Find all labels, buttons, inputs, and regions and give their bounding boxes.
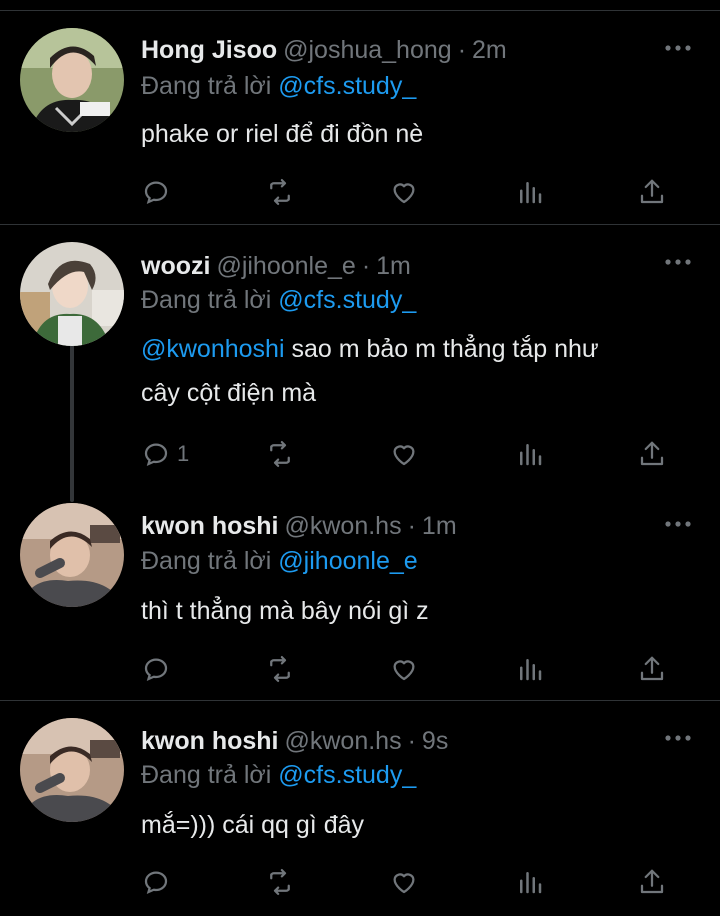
tweet-text-content: phake or riel để đi đồn nè xyxy=(141,120,424,148)
user-handle[interactable]: @joshua_hong xyxy=(283,36,452,64)
reply-prefix: Đang trả lời xyxy=(141,761,272,789)
avatar[interactable] xyxy=(20,242,124,346)
share-icon xyxy=(640,179,664,204)
display-name[interactable]: kwon hoshi xyxy=(141,512,279,540)
reply-icon xyxy=(144,181,168,204)
reply-count: 1 xyxy=(177,441,190,466)
share-icon xyxy=(640,656,664,681)
tweet-mention[interactable]: @kwonhoshi xyxy=(141,335,285,363)
like-icon xyxy=(393,660,415,681)
timestamp[interactable]: 1m xyxy=(376,252,411,280)
tweet-text: mắ=))) cái qq gì đây xyxy=(141,803,701,847)
tweet-text-content: thì t thẳng mà bây nói gì z xyxy=(141,597,429,625)
retweet-icon xyxy=(270,656,290,682)
tweet-header: Hong Jisoo @joshua_hong · 2m xyxy=(141,35,507,65)
views-icon xyxy=(520,659,542,681)
user-handle[interactable]: @kwon.hs xyxy=(285,512,402,540)
display-name[interactable]: kwon hoshi xyxy=(141,727,279,755)
tweet-4[interactable]: kwon hoshi @kwon.hs · 9s Đang trả lời @cfs.… xyxy=(0,701,720,916)
reply-to-mention[interactable]: @cfs.study_ xyxy=(278,761,416,789)
tweet-text-line-2: cây cột điện mà xyxy=(141,379,317,407)
views-button[interactable] xyxy=(515,175,545,209)
retweet-button[interactable] xyxy=(265,865,295,899)
reply-to-mention[interactable]: @cfs.study_ xyxy=(278,72,416,100)
reply-button[interactable] xyxy=(141,652,171,686)
avatar[interactable] xyxy=(20,718,124,822)
views-button[interactable] xyxy=(515,437,545,471)
replying-to: Đang trả lời @cfs.study_ xyxy=(141,71,416,101)
share-button[interactable] xyxy=(637,865,667,899)
reply-to-mention[interactable]: @cfs.study_ xyxy=(278,286,416,314)
timestamp[interactable]: 1m xyxy=(422,512,457,540)
like-button[interactable] xyxy=(389,437,419,471)
avatar[interactable] xyxy=(20,503,124,607)
replying-to: Đang trả lời @jihoonle_e xyxy=(141,546,418,576)
dot-separator: · xyxy=(457,36,467,64)
more-options-icon[interactable] xyxy=(662,728,694,748)
views-icon xyxy=(520,444,542,466)
more-options-icon[interactable] xyxy=(662,38,694,58)
retweet-icon xyxy=(270,441,290,467)
like-icon xyxy=(393,873,415,894)
dot-separator: · xyxy=(407,512,416,540)
display-name[interactable]: Hong Jisoo xyxy=(141,36,277,64)
like-icon xyxy=(393,445,415,466)
reply-icon xyxy=(144,871,168,894)
tweet-text: thì t thẳng mà bây nói gì z xyxy=(141,589,701,633)
share-icon xyxy=(640,441,664,466)
tweet-header: woozi @jihoonle_e · 1m xyxy=(141,251,411,281)
replying-to: Đang trả lời @cfs.study_ xyxy=(141,760,416,790)
replying-to: Đang trả lời @cfs.study_ xyxy=(141,285,416,315)
like-button[interactable] xyxy=(389,652,419,686)
reply-prefix: Đang trả lời xyxy=(141,547,272,575)
reply-button[interactable] xyxy=(141,175,171,209)
views-button[interactable] xyxy=(515,652,545,686)
reply-to-mention[interactable]: @jihoonle_e xyxy=(278,547,417,575)
tweet-3[interactable]: kwon hoshi @kwon.hs · 1m Đang trả lời @jiho… xyxy=(0,487,720,700)
dot-separator: · xyxy=(361,252,371,280)
retweet-icon xyxy=(270,179,290,205)
tweet-text-content: mắ=))) cái qq gì đây xyxy=(141,811,365,839)
reply-prefix: Đang trả lời xyxy=(141,72,272,100)
tweet-1[interactable]: Hong Jisoo @joshua_hong · 2m Đang trả lời @… xyxy=(0,0,720,224)
tweet-header: kwon hoshi @kwon.hs · 1m xyxy=(141,511,457,541)
retweet-button[interactable] xyxy=(265,175,295,209)
more-options-icon[interactable] xyxy=(662,514,694,534)
dot-separator: · xyxy=(407,727,416,755)
retweet-button[interactable] xyxy=(265,652,295,686)
tweet-text-content: sao m bảo m thẳng tắp như xyxy=(284,335,599,363)
user-handle[interactable]: @kwon.hs xyxy=(285,727,402,755)
timestamp[interactable]: 2m xyxy=(472,36,507,64)
tweet-header: kwon hoshi @kwon.hs · 9s xyxy=(141,726,448,756)
display-name[interactable]: woozi xyxy=(141,252,210,280)
share-button[interactable] xyxy=(637,175,667,209)
share-icon xyxy=(640,869,664,894)
retweet-button[interactable] xyxy=(265,437,295,471)
tweet-actions xyxy=(141,175,681,209)
reply-button[interactable]: 1 xyxy=(141,437,189,471)
reply-icon xyxy=(144,443,168,466)
retweet-icon xyxy=(270,869,290,895)
reply-prefix: Đang trả lời xyxy=(141,286,272,314)
like-icon xyxy=(393,183,415,204)
user-handle[interactable]: @jihoonle_e xyxy=(216,252,355,280)
tweet-actions xyxy=(141,652,681,686)
share-button[interactable] xyxy=(637,652,667,686)
avatar[interactable] xyxy=(20,28,124,132)
reply-icon xyxy=(144,658,168,681)
share-button[interactable] xyxy=(637,437,667,471)
reply-button[interactable] xyxy=(141,865,171,899)
more-options-icon[interactable] xyxy=(662,252,694,272)
views-icon xyxy=(520,182,542,204)
timestamp[interactable]: 9s xyxy=(422,727,448,755)
like-button[interactable] xyxy=(389,865,419,899)
tweet-text: @kwonhoshi sao m bảo m thẳng tắp như cây… xyxy=(141,327,701,415)
tweet-actions xyxy=(141,865,681,899)
like-button[interactable] xyxy=(389,175,419,209)
views-icon xyxy=(520,872,542,894)
views-button[interactable] xyxy=(515,865,545,899)
tweet-2[interactable]: woozi @jihoonle_e · 1m Đang trả lời @cfs.st… xyxy=(0,225,720,487)
tweet-text: phake or riel để đi đồn nè xyxy=(141,112,701,156)
tweet-actions: 1 xyxy=(141,437,681,471)
